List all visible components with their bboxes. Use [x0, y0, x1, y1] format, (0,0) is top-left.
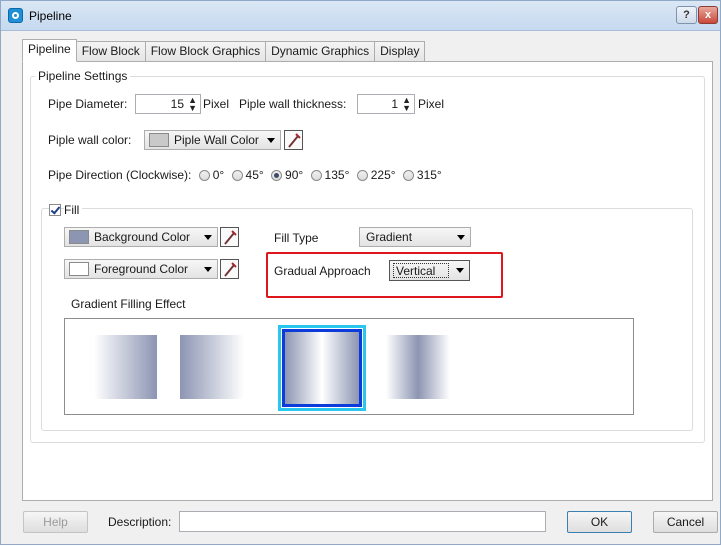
gradual-approach-dropdown[interactable]: Vertical: [389, 260, 470, 281]
background-color-swatch: [69, 230, 89, 244]
wall-thickness-spinner[interactable]: 1 ▲ ▼: [357, 94, 415, 114]
wall-color-label: Piple wall color:: [48, 133, 132, 147]
direction-90-label: 90°: [285, 168, 304, 182]
gradient-option-horizontal-light-dark[interactable]: [94, 335, 157, 399]
wall-thickness-unit: Pixel: [418, 97, 445, 111]
background-color-picker-button[interactable]: [220, 227, 239, 247]
background-color-dropdown[interactable]: Background Color: [64, 227, 218, 247]
fill-type-value: Gradient: [366, 230, 413, 244]
direction-45-label: 45°: [245, 168, 264, 182]
radio-90[interactable]: [271, 170, 283, 181]
gradual-approach-value: Vertical: [396, 264, 436, 278]
pipe-diameter-label: Pipe Diameter:: [48, 97, 128, 111]
gradient-effect-label: Gradient Filling Effect: [71, 297, 186, 311]
eyedropper-icon: [288, 133, 301, 148]
foreground-color-swatch: [69, 262, 89, 276]
wall-thickness-label: Piple wall thickness:: [239, 97, 347, 111]
radio-135[interactable]: [310, 170, 322, 181]
wall-color-picker-button[interactable]: [284, 130, 303, 150]
fill-type-label: Fill Type: [274, 231, 319, 245]
fill-type-dropdown[interactable]: Gradient: [359, 227, 471, 247]
pipe-direction-label: Pipe Direction (Clockwise): 0° 45° 90° 1…: [48, 168, 442, 182]
gradient-option-horizontal-dark-light[interactable]: [180, 335, 244, 399]
background-color-label: Background Color: [94, 230, 191, 244]
gradient-option-center[interactable]: [386, 335, 450, 399]
eyedropper-icon: [224, 230, 237, 245]
gradient-option-selected-inner: [282, 329, 362, 407]
foreground-color-dropdown[interactable]: Foreground Color: [64, 259, 218, 279]
gradual-approach-label: Gradual Approach: [274, 264, 371, 278]
direction-225-label: 225°: [370, 168, 396, 182]
gradient-effect-preview: [64, 318, 634, 415]
radio-45[interactable]: [231, 170, 243, 181]
wall-color-dropdown[interactable]: Piple Wall Color: [144, 130, 281, 150]
radio-315[interactable]: [402, 170, 414, 181]
direction-135-label: 135°: [324, 168, 350, 182]
direction-315-label: 315°: [416, 168, 442, 182]
wall-color-swatch: [149, 133, 169, 147]
pipe-diameter-unit: Pixel: [203, 97, 230, 111]
pipe-diameter-value: 15: [170, 97, 184, 111]
wall-color-value: Piple Wall Color: [174, 133, 259, 147]
chevron-down-icon: [456, 268, 464, 273]
fill-label: Fill: [64, 203, 83, 217]
chevron-down-icon: [457, 235, 465, 240]
chevron-down-icon: [204, 267, 212, 272]
radio-0[interactable]: [198, 170, 210, 181]
gradient-option-selected[interactable]: [278, 325, 366, 411]
foreground-color-picker-button[interactable]: [220, 259, 239, 279]
pipe-diameter-spinner[interactable]: 15 ▲ ▼: [135, 94, 201, 114]
wall-thickness-value: 1: [391, 97, 398, 111]
spin-arrows-icon[interactable]: ▲ ▼: [402, 96, 411, 113]
pipe-direction-text: Pipe Direction (Clockwise):: [48, 168, 192, 182]
chevron-down-icon: [204, 235, 212, 240]
fill-checkbox[interactable]: [49, 204, 61, 216]
direction-0-label: 0°: [212, 168, 225, 182]
foreground-color-label: Foreground Color: [94, 262, 189, 276]
chevron-down-icon: [267, 138, 275, 143]
spin-arrows-icon[interactable]: ▲ ▼: [188, 96, 197, 113]
pipeline-dialog: Pipeline ? x Pipeline Flow Block Flow Bl…: [0, 0, 721, 545]
eyedropper-icon: [224, 262, 237, 277]
radio-225[interactable]: [356, 170, 368, 181]
